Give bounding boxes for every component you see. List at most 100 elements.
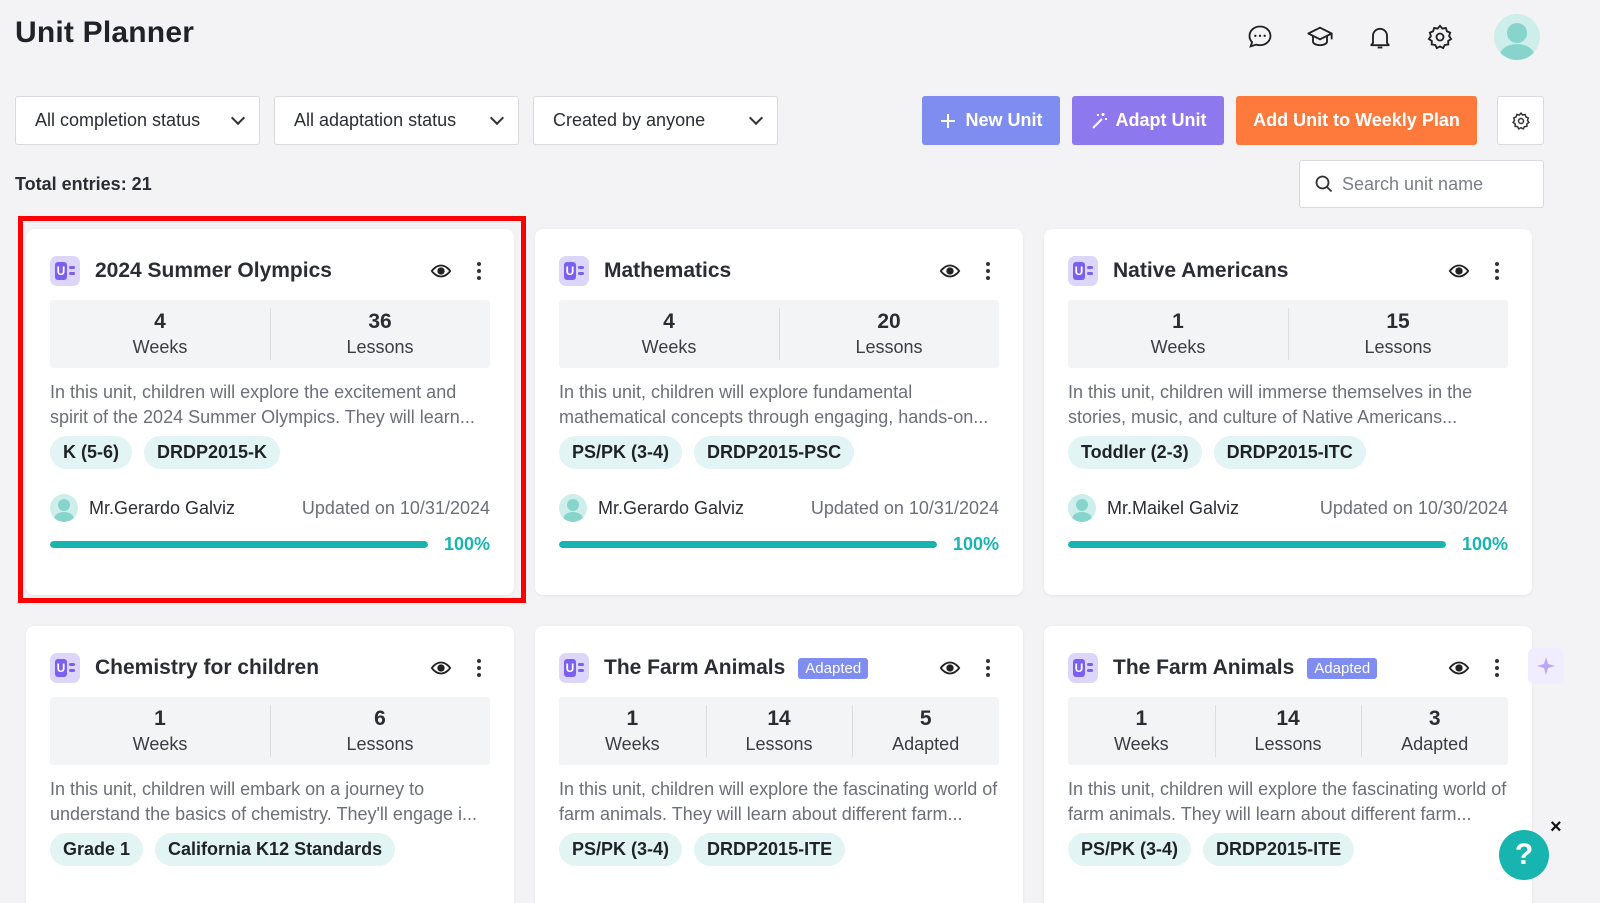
search-input[interactable] <box>1342 173 1532 195</box>
chevron-down-icon <box>230 110 246 126</box>
card-title[interactable]: Mathematics <box>604 259 731 283</box>
card-header: U The Farm Animals Adapted <box>559 652 999 684</box>
stat-label: Adapted <box>1401 734 1469 754</box>
stat-item: 36 Lessons <box>270 300 490 368</box>
more-options-icon[interactable] <box>468 260 490 282</box>
stat-label: Weeks <box>641 337 697 357</box>
eye-icon[interactable] <box>939 657 961 679</box>
settings-gear-icon[interactable] <box>1422 15 1458 59</box>
search-box[interactable] <box>1299 160 1544 208</box>
eye-icon[interactable] <box>1448 657 1470 679</box>
card-title[interactable]: The Farm Animals <box>604 656 785 680</box>
adaptation-status-select[interactable]: All adaptation status <box>274 96 519 145</box>
graduation-cap-icon[interactable] <box>1302 15 1338 59</box>
card-header: U 2024 Summer Olympics <box>50 255 490 287</box>
user-avatar[interactable] <box>1494 14 1540 60</box>
stat-label: Lessons <box>346 734 414 754</box>
updated-date: Updated on 10/31/2024 <box>301 497 490 518</box>
author-avatar <box>50 494 78 522</box>
more-options-icon[interactable] <box>1486 260 1508 282</box>
header: Unit Planner <box>0 0 1600 75</box>
tag-chip: PS/PK (3-4) <box>559 436 683 469</box>
ai-sparkle-button[interactable] <box>1528 648 1564 684</box>
unit-card[interactable]: U Mathematics 4 Weeks 20 Lessons In this unit,… <box>535 229 1023 595</box>
stat-item: 6 Lessons <box>270 697 490 765</box>
unit-logo-icon: U <box>1068 653 1098 683</box>
unit-card[interactable]: U 2024 Summer Olympics 4 Weeks 36 Lessons In t… <box>26 229 514 595</box>
tag-chip: DRDP2015-ITE <box>1203 833 1355 866</box>
author-avatar <box>1068 494 1096 522</box>
action-bar: New Unit Adapt Unit Add Unit to Weekly P… <box>922 96 1544 145</box>
card-title[interactable]: Chemistry for children <box>95 656 319 680</box>
card-header: U Chemistry for children <box>50 652 490 684</box>
unit-card[interactable]: U Chemistry for children 1 Weeks 6 Lessons In … <box>26 626 514 903</box>
bell-icon[interactable] <box>1362 15 1398 59</box>
more-options-icon[interactable] <box>1486 657 1508 679</box>
eye-icon[interactable] <box>430 657 452 679</box>
progress-fill <box>50 540 428 548</box>
card-description: In this unit, children will embark on a … <box>50 779 477 824</box>
unit-logo-icon: U <box>559 256 589 286</box>
stat-number: 1 <box>626 707 639 730</box>
card-title[interactable]: The Farm Animals <box>1113 656 1294 680</box>
card-stats: 1 Weeks 6 Lessons <box>50 697 490 765</box>
author-name: Mr.Maikel Galviz <box>1107 497 1240 518</box>
unit-card[interactable]: U The Farm Animals Adapted 1 Weeks 14 Lessons 3… <box>1044 626 1532 903</box>
help-close-button[interactable]: × <box>1550 816 1562 839</box>
tag-chip: Toddler (2-3) <box>1068 436 1202 469</box>
author-name: Mr.Gerardo Galviz <box>598 497 745 518</box>
completion-status-select[interactable]: All completion status <box>15 96 260 145</box>
eye-icon[interactable] <box>430 260 452 282</box>
tag-chip: Grade 1 <box>50 833 144 866</box>
progress-fill <box>559 540 937 548</box>
header-icons <box>1242 14 1540 60</box>
more-options-icon[interactable] <box>977 657 999 679</box>
created-by-select[interactable]: Created by anyone <box>533 96 778 145</box>
stat-label: Lessons <box>346 337 414 357</box>
progress-fill <box>1068 540 1446 548</box>
stat-label: Weeks <box>132 337 188 357</box>
adaptation-status-value: All adaptation status <box>294 110 457 130</box>
stat-number: 15 <box>1386 310 1410 333</box>
more-options-icon[interactable] <box>468 657 490 679</box>
help-button[interactable]: ? <box>1499 830 1549 880</box>
card-tags: Grade 1 California K12 Standards <box>50 833 396 866</box>
stat-number: 14 <box>767 707 791 730</box>
unit-card[interactable]: U Native Americans 1 Weeks 15 Lessons In this … <box>1044 229 1532 595</box>
eye-icon[interactable] <box>1448 260 1470 282</box>
new-unit-button[interactable]: New Unit <box>922 96 1060 145</box>
unit-card[interactable]: U The Farm Animals Adapted 1 Weeks 14 Lessons 5… <box>535 626 1023 903</box>
card-title[interactable]: 2024 Summer Olympics <box>95 259 332 283</box>
stat-number: 20 <box>877 310 901 333</box>
stat-number: 3 <box>1428 707 1441 730</box>
card-stats: 4 Weeks 20 Lessons <box>559 300 999 368</box>
adapt-unit-button[interactable]: Adapt Unit <box>1072 96 1224 145</box>
total-entries: Total entries: 21 <box>15 174 152 194</box>
card-stats: 1 Weeks 14 Lessons 3 Adapted <box>1068 697 1508 765</box>
stat-item: 1 Weeks <box>1068 697 1215 765</box>
page-title: Unit Planner <box>15 16 195 49</box>
stat-label: Lessons <box>1254 734 1322 754</box>
stat-item: 1 Weeks <box>50 697 270 765</box>
add-to-weekly-plan-button[interactable]: Add Unit to Weekly Plan <box>1236 96 1477 145</box>
more-options-icon[interactable] <box>977 260 999 282</box>
adapt-unit-label: Adapt Unit <box>1115 110 1207 130</box>
card-header: U Mathematics <box>559 255 999 287</box>
card-actions <box>939 657 999 679</box>
updated-date: Updated on 10/31/2024 <box>810 497 999 518</box>
card-author-row: Mr.Gerardo Galviz Updated on 10/31/2024 <box>50 493 490 523</box>
tag-chip: DRDP2015-PSC <box>694 436 855 469</box>
eye-icon[interactable] <box>939 260 961 282</box>
tag-chip: DRDP2015-K <box>144 436 281 469</box>
card-description: In this unit, children will immerse them… <box>1068 382 1473 427</box>
unit-logo-icon: U <box>559 653 589 683</box>
card-tags: PS/PK (3-4) DRDP2015-PSC <box>559 436 855 469</box>
stat-label: Weeks <box>1113 734 1169 754</box>
stat-number: 6 <box>374 707 386 730</box>
chat-icon[interactable] <box>1242 15 1278 59</box>
list-settings-button[interactable] <box>1497 96 1544 145</box>
tag-chip: PS/PK (3-4) <box>1068 833 1192 866</box>
stat-item: 20 Lessons <box>779 300 999 368</box>
stat-number: 5 <box>919 707 932 730</box>
card-title[interactable]: Native Americans <box>1113 259 1288 283</box>
